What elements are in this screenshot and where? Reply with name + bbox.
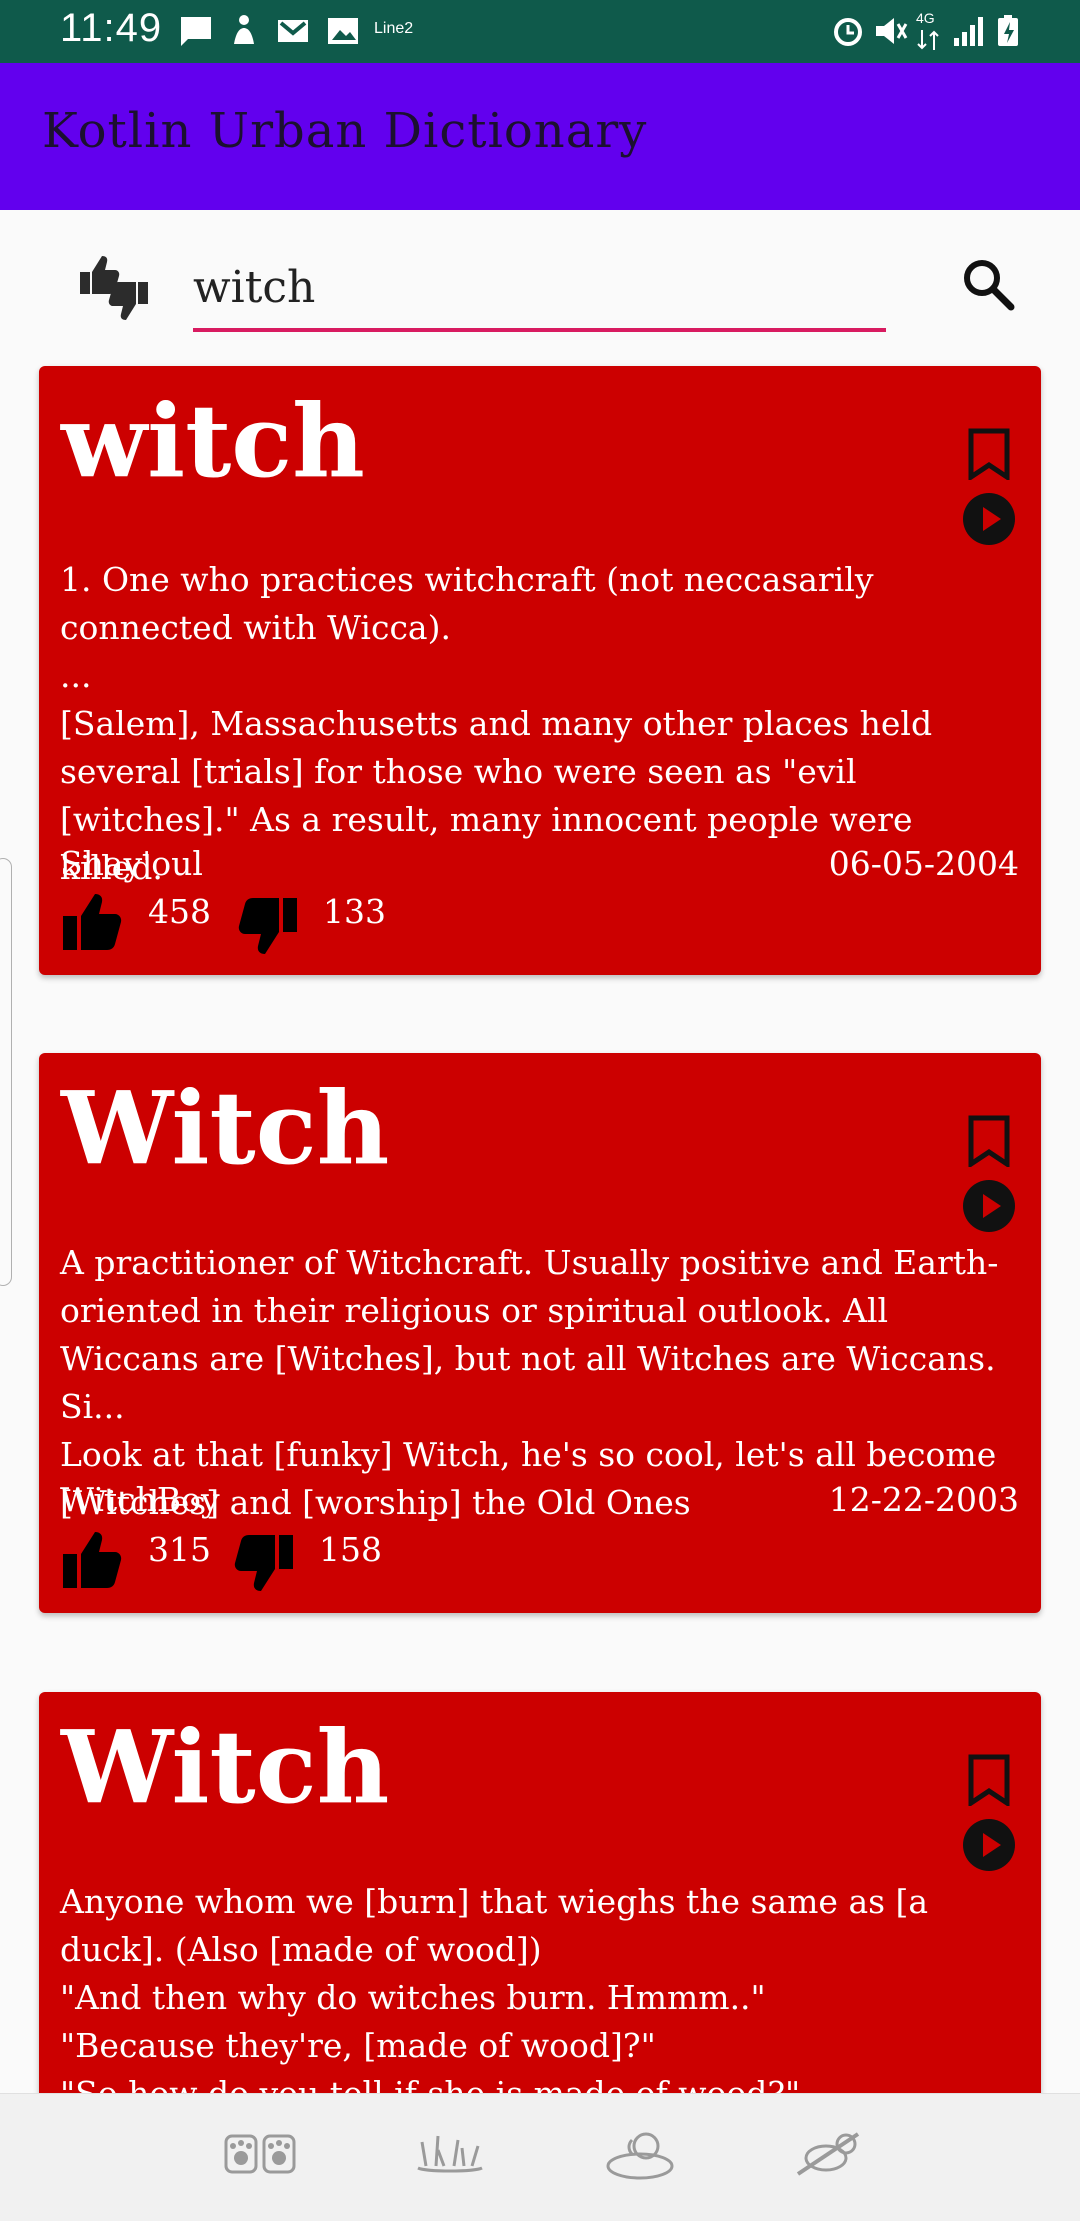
thumbs-down-count: 158 [319,1530,382,1569]
network-type: 4G [916,10,935,26]
message-icon [181,17,211,46]
thumbs-up-icon[interactable] [61,1530,125,1590]
thumbs-up-count: 458 [148,892,211,931]
gallery-icon [328,18,358,44]
mute-icon [876,18,908,44]
bookmark-icon[interactable] [967,428,1011,480]
card-word: Witch [61,1708,390,1826]
card-word: witch [61,382,365,500]
card-word: Witch [61,1069,390,1187]
card-author: WitchBoy [60,1480,220,1519]
play-audio-icon[interactable] [962,492,1016,546]
card-author: Shay'oul [60,844,203,883]
gmail-icon [278,20,308,42]
definition-card[interactable]: Witch A practitioner of Witchcraft. Usua… [39,1053,1041,1613]
thumbs-up-icon[interactable] [61,892,125,952]
alarm-icon [834,18,862,46]
paws-icon[interactable] [222,2124,298,2184]
card-date: 06-05-2004 [828,844,1019,883]
thumbs-down-icon[interactable] [231,1533,295,1593]
bookmark-icon[interactable] [967,1115,1011,1167]
thumbs-up-count: 315 [148,1530,211,1569]
bottom-navigation [0,2093,1080,2221]
signal-icon [954,17,983,46]
thumbs-up-down-icon[interactable] [76,250,152,326]
grass-icon[interactable] [412,2124,488,2184]
scroll-edge-handle[interactable] [0,858,12,1286]
play-audio-icon[interactable] [962,1179,1016,1233]
thumbs-down-icon[interactable] [235,896,299,956]
card-definition: Anyone whom we [burn] that wieghs the sa… [60,1882,929,2112]
data-arrows-icon [917,30,939,50]
search-icon[interactable] [958,254,1018,314]
app-title: Kotlin Urban Dictionary [42,103,648,159]
status-bar: 11:49 Line2 4G [0,0,1080,63]
search-input[interactable] [193,252,886,332]
thumbs-down-count: 133 [323,892,386,931]
definition-card[interactable]: witch 1. One who practices witchcraft (n… [39,366,1041,975]
battery-charging-icon [998,15,1018,46]
accessibility-icon [234,15,254,44]
sleeping-dog-icon[interactable] [792,2124,868,2184]
search-row [0,210,1080,360]
app-bar: Kotlin Urban Dictionary [0,63,1080,210]
definition-card[interactable]: Witch Anyone whom we [burn] that wieghs … [39,1692,1041,2112]
bookmark-icon[interactable] [967,1754,1011,1806]
card-definition: 1. One who practices witchcraft (not nec… [60,560,933,887]
carrier-label: Line2 [374,20,414,37]
play-audio-icon[interactable] [962,1818,1016,1872]
status-time: 11:49 [60,6,163,50]
dog-bed-icon[interactable] [602,2124,678,2184]
card-date: 12-22-2003 [828,1480,1019,1519]
